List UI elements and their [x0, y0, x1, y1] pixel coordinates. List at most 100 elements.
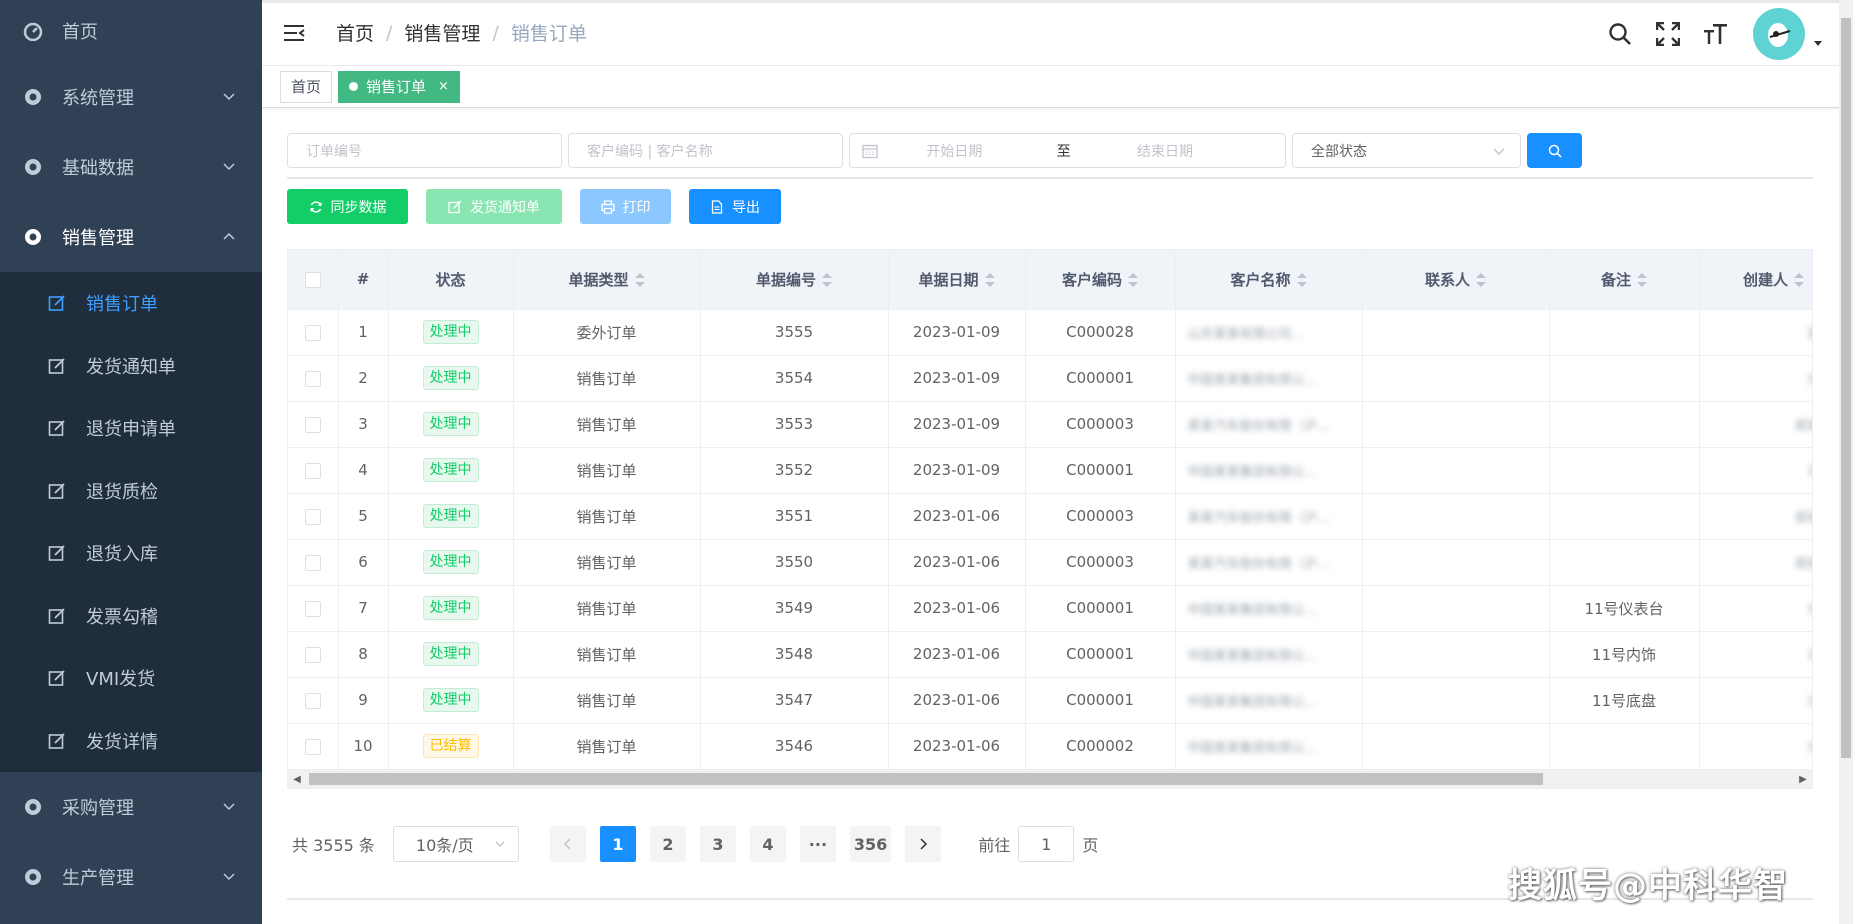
table-row[interactable]: 10 已结算 销售订单 3546 2023-01-06 C000002 中国某某集团有限公.…: [288, 723, 1812, 770]
sort-icon[interactable]: [1794, 273, 1804, 288]
select-all-checkbox[interactable]: [288, 250, 339, 310]
row-checkbox[interactable]: [288, 585, 339, 632]
blurred-text: 中国某某集团有限公...: [1187, 602, 1317, 618]
page-size-select[interactable]: 10条/页: [392, 826, 519, 862]
customer-input[interactable]: 客户编码 | 客户名称: [568, 133, 843, 168]
page-4[interactable]: 4: [749, 826, 786, 862]
search-icon[interactable]: [1605, 19, 1635, 49]
page-last[interactable]: 356: [849, 826, 892, 862]
status-select[interactable]: 全部状态: [1292, 133, 1521, 168]
row-checkbox[interactable]: [288, 309, 339, 356]
tag-home[interactable]: 首页: [280, 70, 333, 103]
goto-page-input[interactable]: 1: [1018, 826, 1075, 862]
page-1[interactable]: 1: [599, 826, 636, 862]
tag-sales-order[interactable]: 销售订单 ×: [338, 70, 460, 103]
toolbar: 同步数据 发货通知单 打印 导出: [287, 189, 799, 224]
column-title: 创建人: [1742, 270, 1788, 289]
column-header[interactable]: 单据日期: [888, 250, 1026, 310]
edit-icon: [48, 608, 65, 624]
row-checkbox[interactable]: [288, 631, 339, 678]
column-header[interactable]: 客户编码: [1025, 250, 1176, 310]
breadcrumb-module[interactable]: 销售管理: [404, 19, 480, 46]
cell-type: 销售订单: [513, 447, 701, 494]
row-checkbox[interactable]: [288, 539, 339, 586]
column-header[interactable]: 创建人: [1699, 250, 1812, 310]
menu-sales[interactable]: 销售管理: [0, 202, 262, 272]
table-row[interactable]: 6 处理中 销售订单 3550 2023-01-06 C000003 某某汽车股份有限（沪.…: [288, 539, 1812, 586]
scroll-left-icon[interactable]: ◀: [289, 774, 305, 785]
submenu-delivery-details[interactable]: 发货详情: [0, 710, 262, 773]
submenu-invoice-check[interactable]: 发票勾稽: [0, 585, 262, 648]
fullscreen-icon[interactable]: [1653, 19, 1683, 49]
close-icon[interactable]: ×: [438, 72, 449, 102]
table-row[interactable]: 8 处理中 销售订单 3548 2023-01-06 C000001 中国某某集团有限公..…: [288, 631, 1812, 678]
submenu-label: 发货通知单: [86, 356, 176, 378]
menu-production[interactable]: 生产管理: [0, 842, 262, 912]
sort-icon[interactable]: [822, 273, 832, 288]
row-checkbox[interactable]: [288, 355, 339, 402]
row-checkbox[interactable]: [288, 677, 339, 724]
table-row[interactable]: 9 处理中 销售订单 3547 2023-01-06 C000001 中国某某集团有限公..…: [288, 677, 1812, 724]
sort-icon[interactable]: [634, 273, 645, 288]
delivery-notice-button[interactable]: 发货通知单: [426, 189, 562, 224]
column-header[interactable]: 客户名称: [1175, 250, 1363, 310]
row-checkbox[interactable]: [288, 723, 339, 770]
table-row[interactable]: 2 处理中 销售订单 3554 2023-01-09 C000001 中国某某集团有限公..…: [288, 355, 1812, 402]
vertical-scrollbar[interactable]: [1839, 0, 1853, 924]
menu-purchase[interactable]: 采购管理: [0, 772, 262, 842]
user-avatar[interactable]: [1753, 8, 1805, 60]
table-row[interactable]: 4 处理中 销售订单 3552 2023-01-09 C000001 中国某某集团有限公..…: [288, 447, 1812, 494]
sort-icon[interactable]: [1476, 273, 1486, 288]
scroll-right-icon[interactable]: ▶: [1795, 774, 1811, 785]
submenu-return-inspection[interactable]: 退货质检: [0, 460, 262, 523]
horizontal-scrollbar[interactable]: ◀ ▶: [287, 770, 1813, 788]
table-row[interactable]: 5 处理中 销售订单 3551 2023-01-06 C000003 某某汽车股份有限（沪.…: [288, 493, 1812, 540]
breadcrumb: 首页 / 销售管理 / 销售订单: [336, 19, 587, 46]
prev-page-button[interactable]: [549, 826, 586, 862]
menu-label: 销售管理: [62, 228, 134, 249]
table-row[interactable]: 1 处理中 委外订单 3555 2023-01-09 C000028 山东某某有限公司...…: [288, 309, 1812, 356]
column-header[interactable]: 单据编号: [700, 250, 889, 310]
scrollbar-thumb[interactable]: [309, 773, 1543, 785]
next-page-button[interactable]: [905, 826, 942, 862]
row-checkbox[interactable]: [288, 493, 339, 540]
page-2[interactable]: 2: [649, 826, 686, 862]
table-row[interactable]: 3 处理中 销售订单 3553 2023-01-09 C000003 某某汽车股份有限（沪.…: [288, 401, 1812, 448]
page-ellipsis[interactable]: ···: [799, 826, 836, 862]
breadcrumb-home[interactable]: 首页: [336, 19, 374, 46]
column-header[interactable]: 备注: [1549, 250, 1700, 310]
end-date-input[interactable]: 结束日期: [1137, 141, 1193, 161]
hamburger-icon[interactable]: [282, 20, 308, 46]
row-checkbox[interactable]: [288, 401, 339, 448]
column-header[interactable]: 联系人: [1362, 250, 1550, 310]
submenu-sales-order[interactable]: 销售订单: [0, 272, 262, 335]
export-button[interactable]: 导出: [689, 189, 781, 224]
start-date-input[interactable]: 开始日期: [926, 141, 982, 161]
caret-down-icon[interactable]: [1813, 40, 1823, 48]
submenu-return-request[interactable]: 退货申请单: [0, 397, 262, 460]
cell-date: 2023-01-06: [888, 539, 1026, 586]
font-size-icon[interactable]: [1701, 19, 1731, 49]
sort-icon[interactable]: [1128, 273, 1138, 288]
table-row[interactable]: 7 处理中 销售订单 3549 2023-01-06 C000001 中国某某集团有限公..…: [288, 585, 1812, 632]
cell-creator: 刘某: [1699, 355, 1812, 402]
menu-system[interactable]: 系统管理: [0, 62, 262, 132]
search-button[interactable]: [1527, 133, 1582, 168]
date-range-picker[interactable]: 开始日期 至 结束日期: [849, 133, 1286, 168]
menu-basic[interactable]: 基础数据: [0, 132, 262, 202]
sort-icon[interactable]: [1637, 273, 1647, 288]
submenu-vmi-delivery[interactable]: VMI发货: [0, 647, 262, 710]
submenu-delivery-notice[interactable]: 发货通知单: [0, 335, 262, 398]
row-checkbox[interactable]: [288, 447, 339, 494]
submenu-return-warehousing[interactable]: 退货入库: [0, 522, 262, 585]
sort-icon[interactable]: [984, 273, 995, 288]
scrollbar-thumb[interactable]: [1841, 18, 1851, 758]
column-header[interactable]: 单据类型: [513, 250, 701, 310]
sort-icon[interactable]: [1296, 273, 1307, 288]
sync-data-button[interactable]: 同步数据: [287, 189, 408, 224]
menu-home[interactable]: 首页: [0, 0, 262, 62]
page-3[interactable]: 3: [699, 826, 736, 862]
cell-number: 3549: [700, 585, 889, 632]
print-button[interactable]: 打印: [580, 189, 671, 224]
order-number-input[interactable]: 订单编号: [287, 133, 562, 168]
